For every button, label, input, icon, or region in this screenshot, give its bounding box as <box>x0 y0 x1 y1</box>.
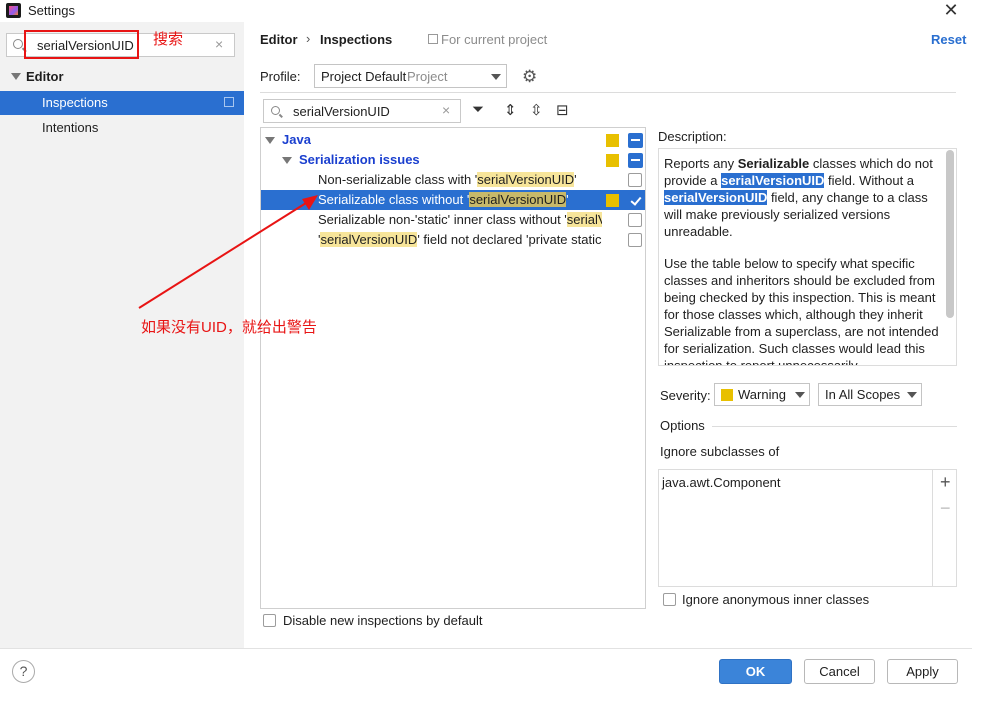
inspection-filter-input[interactable]: serialVersionUID × <box>263 99 461 123</box>
inspection-checkbox[interactable] <box>628 173 642 187</box>
inspections-tree: Java Serialization issues Non-serializab… <box>260 127 646 609</box>
inspection-row[interactable]: 'serialVersionUID' field not declared 'p… <box>261 230 645 250</box>
sidebar-item-inspections[interactable]: Inspections <box>0 91 244 115</box>
tree-node-label: Java <box>282 132 311 147</box>
inspection-label: Serializable class without 'serialVersio… <box>318 192 569 207</box>
reset-link[interactable]: Reset <box>931 32 966 47</box>
help-button[interactable]: ? <box>12 660 35 683</box>
options-heading: Options <box>660 418 705 433</box>
chevron-down-icon <box>491 74 501 80</box>
description-text: Reports any Serializable classes which d… <box>664 156 939 366</box>
ok-button[interactable]: OK <box>719 659 792 684</box>
divider <box>0 648 972 649</box>
list-item[interactable]: java.awt.Component <box>662 475 781 490</box>
profile-value: Project Default <box>321 69 407 84</box>
title-bar: Settings ✕ <box>0 0 984 22</box>
filter-funnel-icon[interactable]: ⏷ <box>472 101 484 118</box>
tree-node-serialization[interactable]: Serialization issues <box>261 150 645 170</box>
breadcrumb-editor[interactable]: Editor <box>260 32 298 47</box>
close-icon[interactable]: ✕ <box>941 0 961 20</box>
divider <box>932 470 933 586</box>
tree-node-label: Serialization issues <box>299 152 420 167</box>
annotation-uid-note: 如果没有UID，就给出警告 <box>141 319 317 336</box>
profile-label: Profile: <box>260 69 301 84</box>
severity-marker <box>606 154 619 167</box>
expand-arrow-icon[interactable] <box>11 73 21 80</box>
ignore-subclasses-label: Ignore subclasses of <box>660 444 780 459</box>
scope-value: In All Scopes <box>825 387 901 402</box>
inspection-checkbox[interactable] <box>628 213 642 227</box>
ignore-anonymous-label: Ignore anonymous inner classes <box>682 592 870 607</box>
profile-sub: Project <box>407 69 448 84</box>
collapse-all-icon[interactable]: ⇳ <box>530 101 543 119</box>
apply-button[interactable]: Apply <box>887 659 958 684</box>
reset-to-default-icon[interactable]: ⊟ <box>556 101 569 119</box>
severity-value: Warning <box>738 387 786 402</box>
remove-icon[interactable]: − <box>940 498 951 519</box>
add-icon[interactable]: + <box>940 472 951 493</box>
tree-node-java[interactable]: Java <box>261 130 645 150</box>
window-title: Settings <box>28 3 75 18</box>
filter-value: serialVersionUID <box>293 104 390 119</box>
breadcrumb-inspections: Inspections <box>320 32 393 47</box>
description-label: Description: <box>658 129 727 144</box>
project-scope-icon <box>428 34 438 44</box>
partial-toggle[interactable] <box>628 133 643 148</box>
scope-dropdown[interactable]: In All Scopes <box>818 383 922 406</box>
partial-toggle[interactable] <box>628 153 643 168</box>
inspection-checkbox-checked[interactable] <box>628 193 642 207</box>
severity-marker <box>606 134 619 147</box>
project-scope-icon <box>224 97 234 107</box>
expand-arrow-icon[interactable] <box>282 157 292 164</box>
search-icon <box>271 106 280 115</box>
profile-dropdown[interactable]: Project Default Project <box>314 64 507 88</box>
inspection-label: 'serialVersionUID' field not declared 'p… <box>318 232 602 247</box>
chevron-down-icon <box>795 392 805 398</box>
disable-new-checkbox[interactable] <box>263 614 276 627</box>
ignore-subclasses-list: java.awt.Component + − <box>658 469 957 587</box>
annotation-search-note: 搜索 <box>153 31 184 48</box>
annotation-highlight-box <box>24 30 139 59</box>
divider <box>260 92 956 93</box>
chevron-down-icon <box>907 392 917 398</box>
description-scrollbar[interactable] <box>946 150 954 318</box>
inspection-checkbox[interactable] <box>628 233 642 247</box>
inspection-label: Non-serializable class with 'serialVersi… <box>318 172 577 187</box>
cancel-button[interactable]: Cancel <box>804 659 875 684</box>
breadcrumb-separator: › <box>306 31 311 46</box>
inspection-row[interactable]: Non-serializable class with 'serialVersi… <box>261 170 645 190</box>
gear-icon[interactable]: ⚙ <box>522 67 537 87</box>
inspection-row-selected[interactable]: Serializable class without 'serialVersio… <box>261 190 645 210</box>
sidebar-item-label: Inspections <box>42 95 108 110</box>
severity-dropdown[interactable]: Warning <box>714 383 810 406</box>
severity-marker <box>606 194 619 207</box>
warning-severity-icon <box>721 389 733 401</box>
expand-arrow-icon[interactable] <box>265 137 275 144</box>
divider <box>712 426 957 427</box>
disable-new-label: Disable new inspections by default <box>283 613 483 628</box>
clear-search-icon[interactable]: × <box>215 36 223 52</box>
inspection-label: Serializable non-'static' inner class wi… <box>318 212 602 227</box>
inspection-row[interactable]: Serializable non-'static' inner class wi… <box>261 210 645 230</box>
expand-all-icon[interactable]: ⇕ <box>504 101 517 119</box>
scope-hint: For current project <box>441 32 548 47</box>
severity-label: Severity: <box>660 388 711 403</box>
sidebar-item-editor[interactable]: Editor <box>26 69 64 84</box>
search-icon <box>13 39 23 49</box>
ignore-anonymous-checkbox[interactable] <box>663 593 676 606</box>
sidebar-item-intentions[interactable]: Intentions <box>42 120 98 135</box>
description-panel: Reports any Serializable classes which d… <box>658 148 957 366</box>
intellij-app-icon <box>6 3 21 18</box>
clear-filter-icon[interactable]: × <box>442 102 450 118</box>
